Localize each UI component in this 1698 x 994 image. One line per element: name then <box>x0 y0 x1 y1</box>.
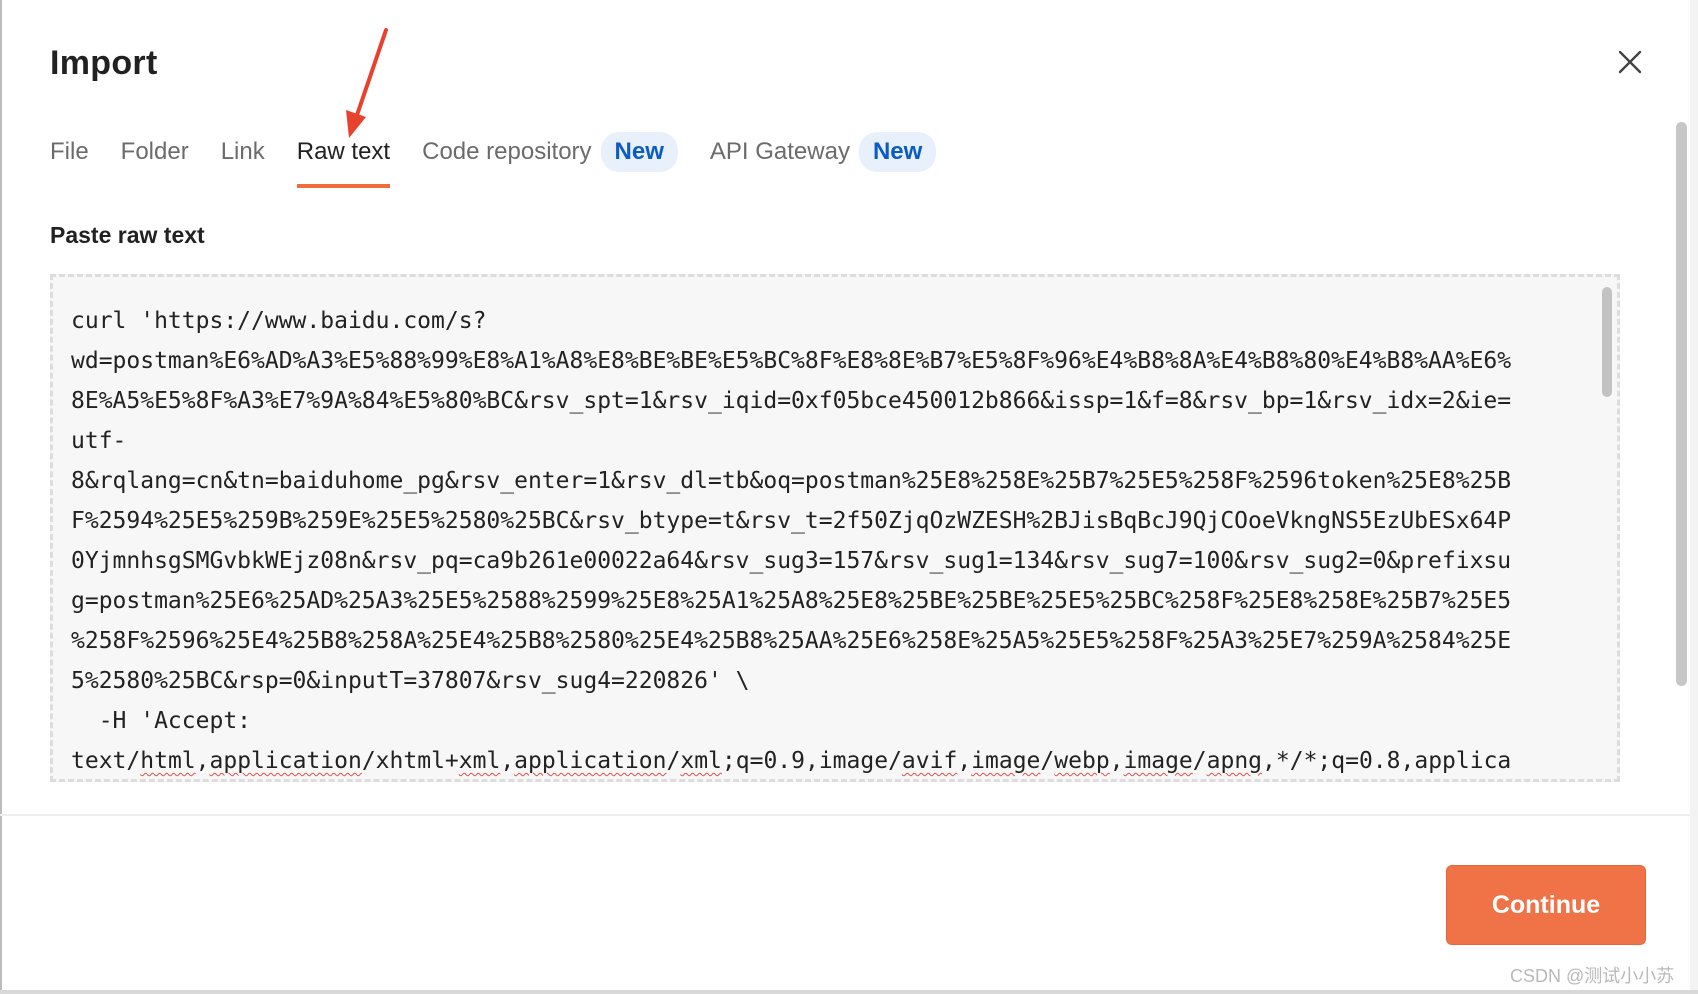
raw-text-input[interactable]: curl 'https://www.baidu.com/s? wd=postma… <box>50 274 1620 782</box>
tab-file[interactable]: File <box>50 138 89 190</box>
tab-link[interactable]: Link <box>221 138 265 190</box>
text-segment: , <box>500 748 515 774</box>
misspelled-word: html <box>140 748 196 774</box>
text-segment: ,*/*;q=0.8,applica <box>1262 748 1512 774</box>
misspelled-word: application <box>209 748 362 774</box>
tab-label: API Gateway <box>709 138 850 165</box>
close-icon <box>1618 50 1642 74</box>
tab-label: Code repository <box>422 138 592 165</box>
text-line: 8E%A5%E5%8F%A3%E7%9A%84%E5%80%BC&rsv_spt… <box>71 388 1512 414</box>
text-line: utf- <box>71 428 127 454</box>
tab-label: File <box>50 138 89 165</box>
tab-label: Folder <box>120 138 189 165</box>
text-segment: , <box>957 748 972 774</box>
misspelled-word: xml <box>458 748 501 774</box>
window-bottom-edge <box>0 990 1698 994</box>
watermark: CSDN @测试小小苏 <box>1510 966 1675 986</box>
text-line: curl 'https://www.baidu.com/s? <box>71 308 487 334</box>
tab-code-repository[interactable]: Code repository New <box>422 132 678 190</box>
new-badge: New <box>600 132 678 172</box>
misspelled-word: image <box>971 748 1041 774</box>
text-segment: / <box>1040 748 1055 774</box>
background-window-edge <box>1690 0 1698 994</box>
text-line: g=postman%25E6%25AD%25A3%25E5%2588%2599%… <box>71 588 1512 614</box>
dialog-scrollbar-thumb[interactable] <box>1676 122 1687 686</box>
misspelled-word: webp <box>1054 748 1110 774</box>
text-line: 5%2580%25BC&rsp=0&inputT=37807&rsv_sug4=… <box>71 668 750 694</box>
tab-raw-text[interactable]: Raw text <box>296 138 391 190</box>
text-line: %258F%2596%25E4%25B8%258A%25E4%25B8%2580… <box>71 628 1512 654</box>
text-line: -H 'Accept: <box>71 708 252 734</box>
text-line: 8&rqlang=cn&tn=baiduhome_pg&rsv_enter=1&… <box>71 468 1512 494</box>
text-segment: / <box>1192 748 1207 774</box>
raw-text-content: curl 'https://www.baidu.com/s? wd=postma… <box>71 301 1581 779</box>
active-tab-underline <box>296 184 391 188</box>
tab-label: Link <box>220 138 265 165</box>
text-segment: ;q=0.9,image/ <box>721 748 902 774</box>
new-badge: New <box>858 132 937 172</box>
tab-folder[interactable]: Folder <box>121 138 189 190</box>
dialog-title: Import <box>50 44 158 82</box>
text-line: F%2594%25E5%259B%259E%25E5%2580%25BC&rsv… <box>71 508 1512 534</box>
text-segment: , <box>1109 748 1124 774</box>
misspelled-word: xml <box>680 748 722 774</box>
window-left-border <box>0 0 2 994</box>
tab-api-gateway[interactable]: API Gateway New <box>709 132 937 190</box>
misspelled-word: apng <box>1206 748 1263 774</box>
text-line: wd=postman%E6%AD%A3%E5%88%99%E8%A1%A8%E8… <box>71 348 1512 374</box>
misspelled-word: image <box>1123 748 1193 774</box>
paste-raw-text-label: Paste raw text <box>50 222 205 248</box>
import-dialog: Import File Folder Link Raw text Code re… <box>0 0 1698 994</box>
text-segment: / <box>666 748 681 774</box>
misspelled-word: avif <box>901 748 958 774</box>
text-segment: text/ <box>71 748 141 774</box>
text-line-accept-header: text/html,application/xhtml+xml,applicat… <box>71 748 1511 774</box>
import-tabs: File Folder Link Raw text Code repositor… <box>50 132 968 190</box>
editor-scrollbar-thumb[interactable] <box>1602 287 1612 397</box>
text-segment: , <box>195 748 210 774</box>
text-line: 0YjmnhsgSMGvbkWEjz08n&rsv_pq=ca9b261e000… <box>71 548 1512 574</box>
annotation-arrow-icon <box>346 28 388 138</box>
continue-button[interactable]: Continue <box>1446 865 1646 945</box>
text-segment: /xhtml+ <box>361 748 459 774</box>
footer-divider <box>0 814 1690 816</box>
tab-label: Raw text <box>296 138 391 165</box>
close-button[interactable] <box>1612 44 1648 80</box>
misspelled-word: application <box>514 748 667 774</box>
